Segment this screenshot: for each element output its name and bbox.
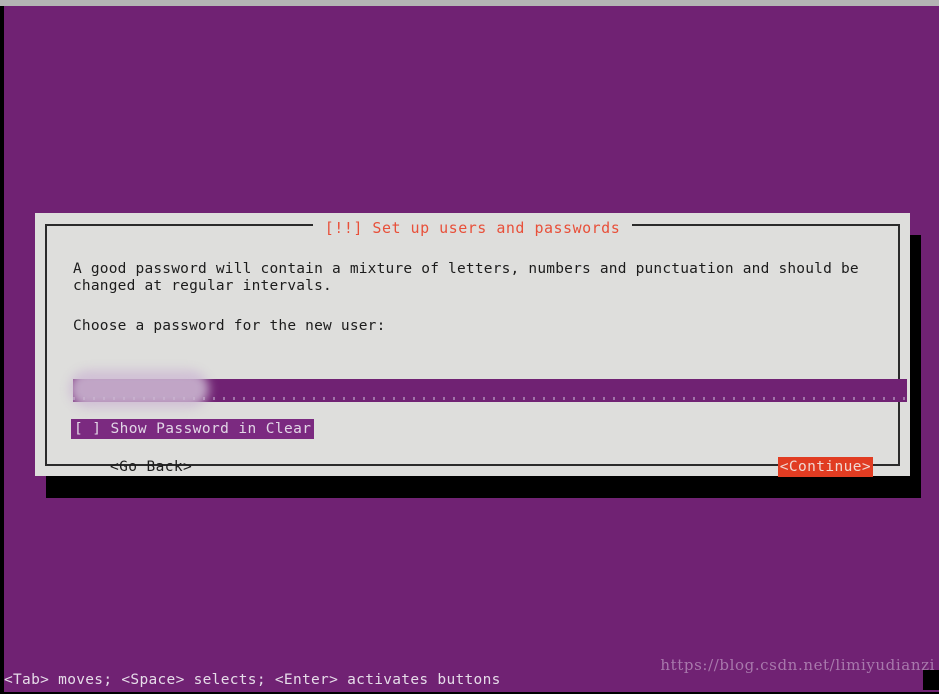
watermark-url: https://blog.csdn.net/limiyudianzi xyxy=(660,656,935,674)
installer-screen: [!!] Set up users and passwords A good p… xyxy=(0,0,939,694)
terminal-background: [!!] Set up users and passwords A good p… xyxy=(4,6,939,692)
password-input[interactable] xyxy=(69,370,907,408)
dialog-body: A good password will contain a mixture o… xyxy=(55,249,907,477)
password-redaction-blur xyxy=(69,370,209,408)
watermark-corner-block xyxy=(923,670,939,690)
show-password-in-clear-checkbox[interactable]: [ ] Show Password in Clear xyxy=(71,419,315,439)
dialog-button-row: <Go Back> <Continue> xyxy=(55,457,890,479)
password-advice-text: A good password will contain a mixture o… xyxy=(73,261,859,294)
dialog-title: [!!] Set up users and passwords xyxy=(312,215,633,241)
setup-users-and-passwords-dialog: [!!] Set up users and passwords A good p… xyxy=(35,213,910,477)
continue-button[interactable]: <Continue> xyxy=(777,457,873,477)
password-prompt-label: Choose a password for the new user: xyxy=(73,318,386,334)
go-back-button[interactable]: <Go Back> xyxy=(108,457,194,477)
keyboard-help-text: <Tab> moves; <Space> selects; <Enter> ac… xyxy=(4,672,501,688)
dialog-title-bar: [!!] Set up users and passwords xyxy=(35,215,910,241)
